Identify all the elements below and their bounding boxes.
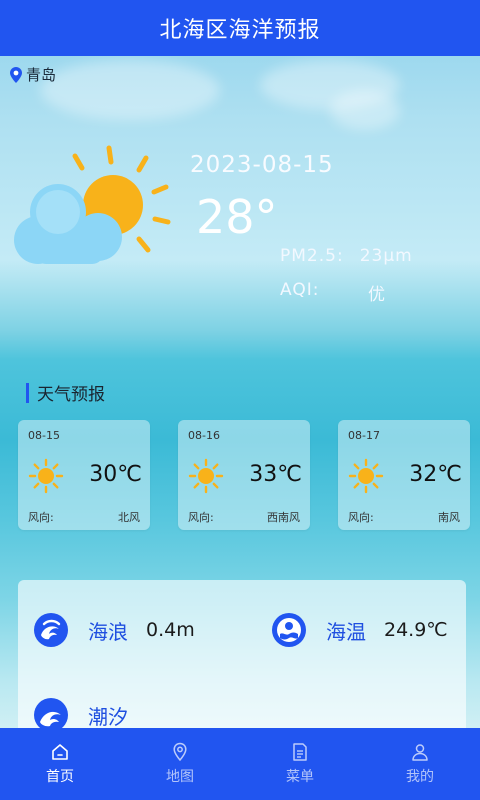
forecast-date: 08-15: [28, 429, 60, 442]
nav-label-home: 首页: [46, 769, 74, 785]
aqi-label: AQI:: [280, 280, 320, 300]
nav-item-profile[interactable]: 我的: [360, 728, 480, 800]
forecast-title: 天气预报: [37, 385, 105, 405]
bottom-navigation: 首页 地图 菜单 我的: [0, 728, 480, 800]
forecast-date: 08-16: [188, 429, 220, 442]
forecast-card-1[interactable]: 08-15 30℃ 风向: 北风: [18, 420, 150, 530]
water-temperature-icon: [272, 613, 306, 647]
wave-value: 0.4m: [146, 619, 195, 641]
wind-direction: 北风: [118, 511, 140, 524]
nav-item-home[interactable]: 首页: [0, 728, 120, 800]
forecast-temperature: 30℃: [89, 462, 142, 487]
forecast-temperature: 32℃: [409, 462, 462, 487]
nav-item-menu[interactable]: 菜单: [240, 728, 360, 800]
nav-label-profile: 我的: [406, 769, 434, 785]
app-screen: 北海区海洋预报 青岛 2023-08-15 28° PM2.5: 23μm AQ…: [0, 0, 480, 800]
pm25-value: 23μm: [359, 246, 413, 266]
title-bar: 北海区海洋预报: [0, 0, 480, 56]
wind-label: 风向:: [188, 511, 214, 524]
water-temperature-item[interactable]: 海温 24.9℃: [270, 611, 448, 649]
sun-icon: [348, 458, 384, 494]
partly-cloudy-icon: [14, 145, 171, 264]
home-icon: [52, 744, 68, 760]
current-date: 2023-08-15: [190, 152, 334, 178]
location-selector[interactable]: 青岛: [10, 64, 56, 85]
wind-direction: 南风: [438, 511, 460, 524]
aqi-value: 优: [368, 285, 386, 305]
sun-icon: [28, 458, 64, 494]
tide-label: 潮汐: [88, 704, 128, 729]
wind-label: 风向:: [348, 511, 374, 524]
wind-label: 风向:: [28, 511, 54, 524]
location-pin-icon: [10, 66, 22, 83]
forecast-date: 08-17: [348, 429, 380, 442]
water-temperature-value: 24.9℃: [384, 619, 448, 641]
forecast-card-2[interactable]: 08-16 33℃ 风向: 西南风: [178, 420, 310, 530]
pm25-label: PM2.5:: [280, 246, 344, 266]
forecast-card-3[interactable]: 08-17 32℃ 风向: 南风: [338, 420, 470, 530]
nav-label-map: 地图: [166, 769, 194, 785]
wind-direction: 西南风: [267, 511, 300, 524]
wave-item[interactable]: 海浪 0.4m: [32, 611, 195, 649]
menu-document-icon: [293, 743, 307, 761]
sun-icon: [188, 458, 224, 494]
wave-label: 海浪: [88, 619, 128, 644]
wave-icon: [34, 613, 68, 647]
current-temperature: 28°: [196, 190, 278, 244]
water-temperature-label: 海温: [326, 619, 366, 644]
forecast-section-title: 天气预报: [26, 380, 105, 405]
nav-item-map[interactable]: 地图: [120, 728, 240, 800]
nav-label-menu: 菜单: [286, 769, 314, 785]
pm25-row: PM2.5: 23μm: [280, 246, 413, 266]
forecast-temperature: 33℃: [249, 462, 302, 487]
page-title: 北海区海洋预报: [159, 18, 321, 43]
map-pin-icon: [173, 742, 187, 762]
user-icon: [412, 744, 428, 761]
section-accent-bar: [26, 382, 29, 403]
aqi-row: AQI: 优: [280, 280, 386, 305]
location-name: 青岛: [26, 66, 57, 84]
